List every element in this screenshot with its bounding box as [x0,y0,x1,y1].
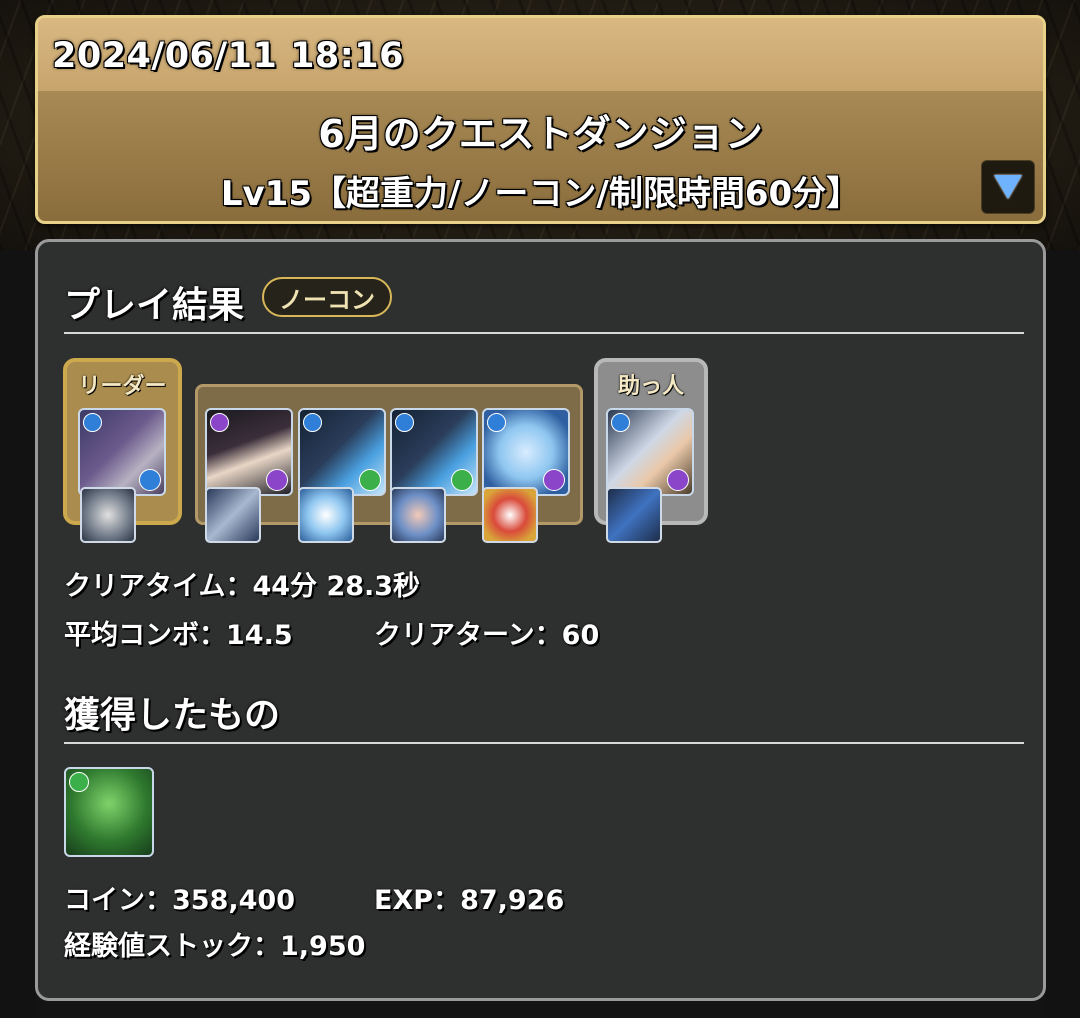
quest-header: 2024/06/11 18:16 6月のクエストダンジョン Lv15【超重力/ノ… [35,15,1046,224]
water-attribute-icon [395,413,414,432]
exp-label: EXP： [374,885,461,916]
quest-title: 6月のクエストダンジョン [318,112,763,156]
dark-subattribute-icon [667,469,689,491]
wood-attribute-icon [69,772,89,792]
assist-4-icon[interactable] [390,487,446,543]
triangle-down-icon [994,175,1022,199]
background-left [0,250,36,1018]
exp-stock-value: 1,950 [280,931,366,962]
sub-monster-3-icon[interactable] [390,408,478,496]
helper-label: 助っ人 [617,374,684,399]
exp-stock-label: 経験値ストック： [64,931,280,962]
divider [64,332,1024,334]
coin: コイン：358,400 [64,878,295,917]
clear-turn-value: 60 [561,620,600,651]
water-subattribute-icon [139,469,161,491]
avg-combo-value: 14.5 [226,620,293,651]
wood-subattribute-icon [451,469,473,491]
divider [64,742,1024,744]
result-panel: プレイ結果 ノーコン リーダー 助っ人 クリアタイム：44分 28.3秒 平均コ… [35,239,1046,1001]
avg-combo-label: 平均コンボ： [64,620,226,651]
water-attribute-icon [303,413,322,432]
water-attribute-icon [611,413,630,432]
assist-5-icon[interactable] [482,487,538,543]
play-date: 2024/06/11 18:16 [52,36,404,76]
water-attribute-icon [487,413,506,432]
clear-time-value: 44分 28.3秒 [252,571,421,602]
rewards-title: 獲得したもの [64,695,281,736]
exp-stock: 経験値ストック：1,950 [64,924,365,963]
assist-3-icon[interactable] [298,487,354,543]
clear-time: クリアタイム：44分 28.3秒 [64,564,420,603]
dark-subattribute-icon [543,469,565,491]
water-attribute-icon [83,413,102,432]
expand-button[interactable] [981,160,1035,214]
sub-monster-1-icon[interactable] [205,408,293,496]
clear-turn: クリアターン：60 [374,613,599,652]
no-continue-badge: ノーコン [262,277,392,317]
sub-monster-2-icon[interactable] [298,408,386,496]
coin-label: コイン： [64,885,172,916]
reward-monster-icon[interactable] [64,767,154,857]
play-result-title: プレイ結果 [64,285,245,326]
clear-turn-label: クリアターン： [374,620,562,651]
coin-value: 358,400 [172,885,295,916]
background-right [1044,250,1080,1018]
assist-6-icon[interactable] [606,487,662,543]
avg-combo: 平均コンボ：14.5 [64,613,293,652]
exp: EXP：87,926 [374,878,564,917]
leader-monster-icon[interactable] [78,408,166,496]
leader-label: リーダー [78,374,167,399]
exp-value: 87,926 [460,885,565,916]
wood-subattribute-icon [359,469,381,491]
quest-level: Lv15【超重力/ノーコン/制限時間60分】 [220,174,861,214]
assist-1-icon[interactable] [80,487,136,543]
helper-monster-icon[interactable] [606,408,694,496]
dark-attribute-icon [210,413,229,432]
clear-time-label: クリアタイム： [64,571,253,602]
dark-subattribute-icon [266,469,288,491]
assist-2-icon[interactable] [205,487,261,543]
sub-monster-4-icon[interactable] [482,408,570,496]
